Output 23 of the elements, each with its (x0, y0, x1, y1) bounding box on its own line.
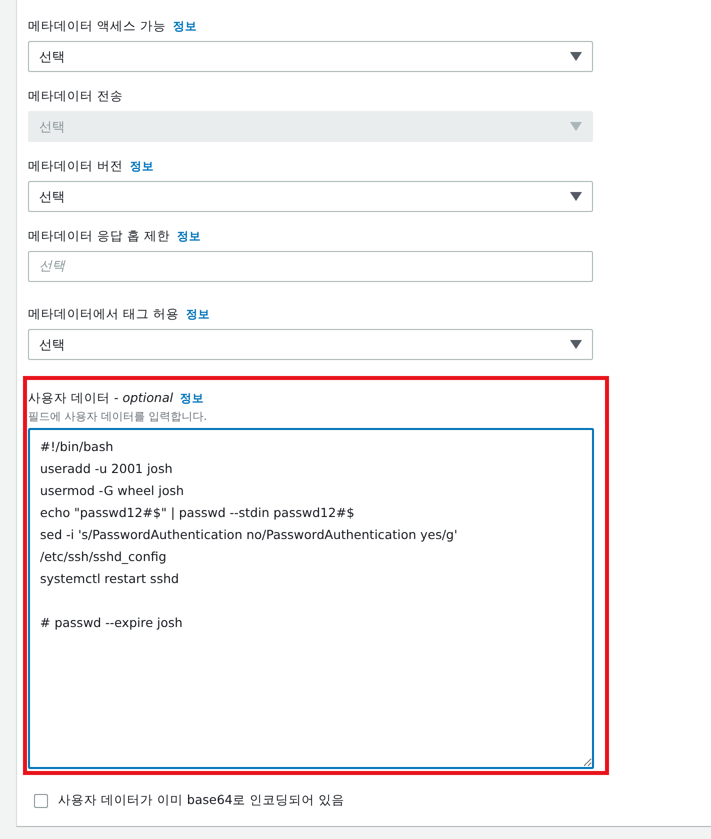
caret-icon (570, 52, 582, 61)
input-field[interactable]: 선택 (28, 251, 593, 282)
info-link[interactable]: 정보 (180, 391, 204, 406)
info-link[interactable]: 정보 (176, 229, 201, 244)
select-dropdown[interactable]: 선택 (28, 181, 593, 212)
info-link[interactable]: 정보 (186, 307, 210, 322)
checkbox-label: 사용자 데이터가 이미 base64로 인코딩되어 있음 (58, 792, 345, 809)
field-description: 필드에 사용자 데이터를 입력합니다. (28, 409, 208, 424)
field-label: 메타데이터 버전 (28, 158, 123, 175)
field-label: 사용자 데이터 - optional (28, 390, 174, 407)
caret-icon (570, 340, 582, 349)
field-label: 메타데이터에서 태그 허용 (28, 306, 179, 323)
field-label: 메타데이터 응답 홉 제한 (28, 228, 170, 245)
caret-icon (570, 192, 582, 201)
field-label: 메타데이터 액세스 가능 (28, 18, 166, 35)
field-label: 메타데이터 전송 (28, 88, 123, 105)
info-link[interactable]: 정보 (130, 159, 154, 174)
info-link[interactable]: 정보 (172, 19, 197, 34)
select-dropdown[interactable]: 선택 (28, 329, 593, 360)
user-data-textarea[interactable]: #!/bin/bash useradd -u 2001 josh usermod -G wheel josh echo "passwd12#$" | passwd --stdin passwd12#$ sed -i 's/PasswordAuthentication no/PasswordAuthentication yes/g' /etc/ssh/sshd_config systemctl restart sshd # passwd --expire josh (28, 428, 594, 769)
checkbox[interactable] (34, 794, 48, 808)
caret-icon (570, 122, 582, 131)
select-dropdown[interactable]: 선택 (28, 41, 593, 72)
